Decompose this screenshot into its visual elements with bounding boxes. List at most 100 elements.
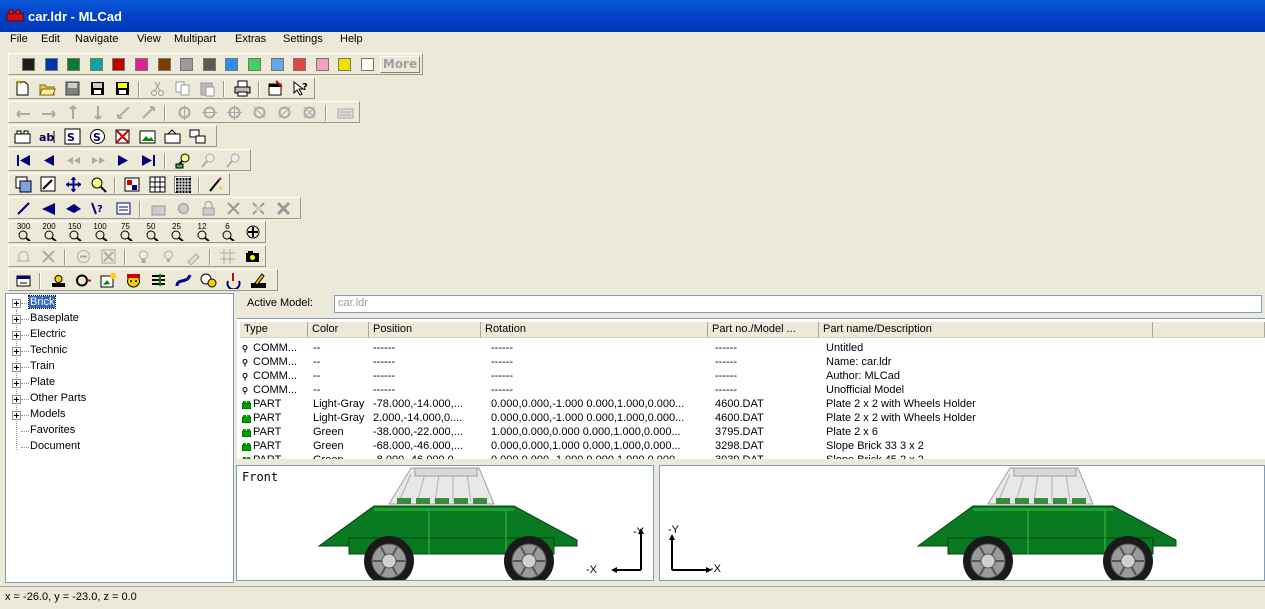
expand-icon[interactable] [12, 347, 21, 356]
circle-cross-icon[interactable] [100, 248, 117, 265]
tree-item[interactable]: Baseplate [6, 311, 226, 327]
color-swatch[interactable] [225, 58, 239, 71]
color-swatch[interactable] [270, 58, 284, 71]
tree-item[interactable]: Favorites [6, 423, 226, 439]
optional-line-icon[interactable]: ? [90, 200, 107, 217]
color-swatch[interactable] [67, 58, 81, 71]
expand-icon[interactable] [12, 315, 21, 324]
quad-icon[interactable] [65, 200, 82, 217]
zoom-icon[interactable] [90, 176, 107, 193]
color-swatch[interactable] [315, 58, 329, 71]
color-swatch[interactable] [22, 58, 35, 71]
add-part-icon[interactable] [14, 128, 31, 145]
zoom-fit-icon[interactable] [245, 224, 262, 241]
expand-icon[interactable] [12, 411, 21, 420]
menu-navigate[interactable]: Navigate [73, 33, 120, 45]
zoom-75-icon[interactable]: 75 [117, 222, 134, 241]
color-swatch[interactable] [293, 58, 307, 71]
edit-view-icon[interactable] [40, 176, 57, 193]
tree-item[interactable]: Plate [6, 375, 226, 391]
previous-step-icon[interactable] [40, 152, 57, 169]
color-swatch[interactable] [112, 58, 126, 71]
table-row[interactable]: PART Green -38.000,-22.000,... 1.000,0.000,… [237, 425, 1265, 439]
model-wizard-icon[interactable] [100, 272, 117, 289]
render-mode-icon[interactable] [124, 176, 141, 193]
rewind-icon[interactable] [65, 152, 82, 169]
line-icon[interactable] [15, 200, 32, 217]
generator-icon[interactable] [200, 272, 217, 289]
save-as-icon[interactable] [89, 80, 106, 97]
tree-item[interactable]: Train [6, 359, 226, 375]
next-step-icon[interactable] [115, 152, 132, 169]
menu-multipart[interactable]: Multipart [172, 33, 218, 45]
menu-extras[interactable]: Extras [233, 33, 268, 45]
move-minus-x-icon[interactable] [40, 104, 57, 121]
add-sound-icon[interactable]: S [89, 128, 106, 145]
zoom-100-icon[interactable]: 100 [92, 222, 109, 241]
zoom-50-icon[interactable]: 50 [143, 222, 160, 241]
menu-settings[interactable]: Settings [281, 33, 325, 45]
color-swatch[interactable] [361, 58, 374, 71]
expand-icon[interactable] [12, 331, 21, 340]
zoom-12-icon[interactable]: 12 [194, 222, 211, 241]
move-z-icon[interactable] [115, 104, 132, 121]
grid-snap-icon[interactable] [219, 248, 236, 265]
color-swatch[interactable] [180, 58, 194, 71]
tree-item[interactable]: Brick [6, 295, 226, 311]
save-icon[interactable] [64, 80, 81, 97]
circle-minus-icon[interactable] [75, 248, 92, 265]
grid-icon[interactable] [149, 176, 166, 193]
color-swatch[interactable] [44, 58, 58, 71]
expand-icon[interactable] [12, 379, 21, 388]
add-buffer-icon[interactable] [164, 128, 181, 145]
zoom-200-icon[interactable]: 200 [41, 222, 58, 241]
rotate-minus-x-icon[interactable] [201, 104, 218, 121]
color-swatch[interactable] [157, 58, 171, 71]
rotate-tool-icon[interactable] [225, 272, 242, 289]
move-x-icon[interactable] [15, 104, 32, 121]
fast-forward-icon[interactable] [90, 152, 107, 169]
column-header-rotation[interactable]: Rotation [481, 322, 708, 338]
zoom-300-icon[interactable]: 300 [15, 222, 32, 241]
paste-icon[interactable] [199, 80, 216, 97]
print-icon[interactable] [234, 80, 251, 97]
bell-icon[interactable] [15, 248, 32, 265]
rotate-x-icon[interactable] [176, 104, 193, 121]
table-row[interactable]: PART Light-Gray 2.000,-14.000,0.... 0.000,0… [237, 411, 1265, 425]
show-part-icon[interactable] [175, 200, 192, 217]
cut-icon[interactable] [149, 80, 166, 97]
color-swatch[interactable] [135, 58, 148, 71]
pen-tool-icon[interactable] [250, 272, 267, 289]
first-step-icon[interactable] [15, 152, 32, 169]
table-row[interactable]: COMM... -- ------ ------ ------ Author: MLCad [237, 369, 1265, 383]
brush-icon[interactable] [185, 248, 202, 265]
color-swatch[interactable] [202, 58, 216, 71]
hose-icon[interactable] [175, 272, 192, 289]
table-row[interactable]: PART Green -8.000,-46.000,0... 0.000,0.000,… [237, 453, 1265, 459]
zoom-150-icon[interactable]: 150 [66, 222, 83, 241]
table-row[interactable]: PART Green -68.000,-46.000,... 0.000,0.000,… [237, 439, 1265, 453]
keyboard-icon[interactable] [337, 104, 354, 121]
color-swatch[interactable] [89, 58, 103, 71]
pan-icon[interactable] [65, 176, 82, 193]
tree-item[interactable]: Document [6, 439, 226, 455]
minifig-icon[interactable] [50, 272, 67, 289]
table-row[interactable]: COMM... -- ------ ------ ------ Untitled [237, 341, 1265, 355]
add-group-icon[interactable] [189, 128, 206, 145]
move-minus-y-icon[interactable] [90, 104, 107, 121]
column-header-position[interactable]: Position [369, 322, 481, 338]
search-part-icon[interactable] [175, 152, 192, 169]
save-all-icon[interactable] [114, 80, 131, 97]
hide-part-icon[interactable] [150, 200, 167, 217]
menu-view[interactable]: View [135, 33, 163, 45]
lock-part-icon[interactable] [200, 200, 217, 217]
column-header-description[interactable]: Part name/Description [819, 322, 1153, 338]
delete-hidden-icon[interactable] [250, 200, 267, 217]
bend-tool-icon[interactable] [150, 272, 167, 289]
delete-part-icon[interactable] [225, 200, 242, 217]
column-header-part-no[interactable]: Part no./Model ... [708, 322, 819, 338]
face-icon[interactable] [125, 272, 142, 289]
tree-item[interactable]: Technic [6, 343, 226, 359]
tree-item[interactable]: Electric [6, 327, 226, 343]
tree-item[interactable]: Models [6, 407, 226, 423]
